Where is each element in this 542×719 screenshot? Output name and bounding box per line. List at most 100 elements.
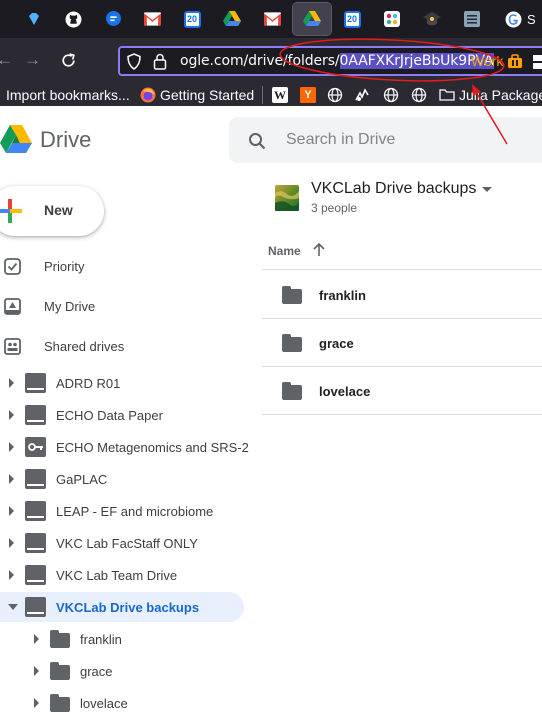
hard-drive-icon xyxy=(25,501,46,521)
expand-caret-icon[interactable] xyxy=(9,506,14,516)
julia-scribble-icon[interactable] xyxy=(354,87,370,103)
hacker-news-icon[interactable]: Y xyxy=(300,87,316,103)
bookmark-julia-packages[interactable]: Julia Packages xyxy=(459,87,542,103)
nav-priority[interactable]: Priority xyxy=(0,249,244,285)
tab-calendar-1[interactable]: 20 xyxy=(173,3,211,35)
forward-arrow-icon[interactable]: → xyxy=(24,50,41,70)
app-title[interactable]: Drive xyxy=(40,127,91,153)
google-drive-icon xyxy=(223,11,241,26)
new-button[interactable]: New xyxy=(0,186,104,236)
file-row[interactable]: grace xyxy=(262,319,542,367)
my-drive-icon xyxy=(4,298,21,315)
folder-members-count[interactable]: 3 people xyxy=(311,201,357,215)
briefcase-icon[interactable] xyxy=(507,54,523,69)
google-drive-logo[interactable] xyxy=(0,125,32,155)
tab-github[interactable] xyxy=(54,3,92,35)
tab-calendar-2[interactable]: 20 xyxy=(333,3,371,35)
tree-folder-item[interactable]: lovelace xyxy=(0,688,244,718)
shared-drive-label: LEAP - EF and microbiome xyxy=(56,504,214,519)
shared-drives-icon xyxy=(4,338,21,355)
expand-caret-icon[interactable] xyxy=(34,666,39,676)
expand-caret-icon[interactable] xyxy=(34,634,39,644)
folder-menu-dropdown-icon[interactable] xyxy=(482,187,492,192)
tab-slack[interactable] xyxy=(373,3,411,35)
tab-gmail-2[interactable] xyxy=(253,3,291,35)
tab-drive-1[interactable] xyxy=(213,3,251,35)
nav-shared-drives[interactable]: Shared drives xyxy=(0,329,244,365)
shared-drive-item-selected[interactable]: VKCLab Drive backups xyxy=(0,592,244,622)
folder-icon[interactable] xyxy=(439,87,455,103)
grid-icon[interactable] xyxy=(533,55,542,69)
google-drive-icon xyxy=(303,11,321,26)
lock-icon[interactable] xyxy=(153,53,167,70)
tab-pinned-1[interactable] xyxy=(15,3,53,35)
shared-drive-item[interactable]: VKC Lab FacStaff ONLY xyxy=(0,528,244,558)
tab-drive-active[interactable] xyxy=(292,2,332,36)
bookmark-getting-started[interactable]: Getting Started xyxy=(160,87,254,103)
globe-icon[interactable] xyxy=(327,87,343,103)
tab-gmail-1[interactable] xyxy=(133,3,171,35)
folder-title[interactable]: VKCLab Drive backups xyxy=(311,180,476,198)
restricted-drive-key-icon xyxy=(25,437,46,457)
container-label[interactable]: Work xyxy=(471,53,503,69)
shield-icon[interactable] xyxy=(126,53,142,70)
shared-drive-item[interactable]: ECHO Data Paper xyxy=(0,400,244,430)
wikipedia-icon[interactable]: W xyxy=(272,87,288,103)
expand-caret-icon[interactable] xyxy=(9,378,14,388)
browser-tab-strip: 20 20 S xyxy=(0,0,542,38)
bookmark-import[interactable]: Import bookmarks... xyxy=(6,87,130,103)
chat-icon xyxy=(105,10,121,26)
diamond-icon xyxy=(29,13,39,25)
shared-drive-item[interactable]: LEAP - EF and microbiome xyxy=(0,496,244,526)
url-text[interactable]: ogle.com/drive/folders/0AAFXKrJrjeBbUk9P… xyxy=(180,53,494,69)
globe-icon[interactable] xyxy=(411,87,427,103)
url-prefix: ogle.com/drive/folders/ xyxy=(180,53,340,69)
search-icon[interactable] xyxy=(248,132,266,150)
expand-caret-icon[interactable] xyxy=(9,442,14,452)
gmail-icon xyxy=(263,12,281,26)
sort-ascending-arrow-icon[interactable] xyxy=(313,243,325,257)
column-header-name[interactable]: Name xyxy=(268,244,301,258)
calendar-icon: 20 xyxy=(183,10,201,28)
tree-folder-item[interactable]: franklin xyxy=(0,624,244,654)
shared-drive-item[interactable]: VKC Lab Team Drive xyxy=(0,560,244,590)
file-name: lovelace xyxy=(319,384,371,399)
shared-drive-label: ECHO Metagenomics and SRS-2 xyxy=(56,440,249,455)
priority-check-icon xyxy=(4,258,21,275)
expand-caret-icon[interactable] xyxy=(9,570,14,580)
file-row[interactable]: lovelace xyxy=(262,367,542,415)
tree-folder-label: lovelace xyxy=(80,696,128,711)
folder-icon xyxy=(50,694,70,712)
hard-drive-icon xyxy=(25,597,46,617)
hard-drive-icon xyxy=(25,565,46,585)
expand-caret-icon[interactable] xyxy=(9,410,14,420)
reload-icon[interactable] xyxy=(60,52,77,69)
tree-folder-item[interactable]: grace xyxy=(0,656,244,686)
expand-caret-icon[interactable] xyxy=(9,538,14,548)
folder-icon xyxy=(282,334,302,352)
tab-google-search[interactable]: S xyxy=(505,3,542,35)
tab-tasks[interactable] xyxy=(453,3,491,35)
shared-drive-item[interactable]: ECHO Metagenomics and SRS-2 xyxy=(0,432,249,462)
collapse-caret-icon[interactable] xyxy=(8,604,18,610)
plus-icon xyxy=(0,199,22,223)
tab-scholar[interactable] xyxy=(413,3,451,35)
nav-my-drive[interactable]: My Drive xyxy=(0,289,244,325)
shared-drive-label: VKC Lab Team Drive xyxy=(56,568,178,583)
github-icon xyxy=(65,11,81,27)
shared-drive-label: ADRD R01 xyxy=(56,376,121,391)
expand-caret-icon[interactable] xyxy=(9,474,14,484)
search-input[interactable]: Search in Drive xyxy=(229,117,542,163)
tree-folder-label: grace xyxy=(80,664,113,679)
file-row[interactable]: franklin xyxy=(262,271,542,319)
tab-chat[interactable] xyxy=(94,3,132,35)
url-bar[interactable]: ogle.com/drive/folders/0AAFXKrJrjeBbUk9P… xyxy=(118,46,542,76)
shared-drive-label: VKCLab Drive backups xyxy=(56,600,200,615)
back-arrow-icon[interactable]: ← xyxy=(0,50,13,70)
file-name: grace xyxy=(319,336,354,351)
firefox-icon xyxy=(140,87,156,103)
globe-icon[interactable] xyxy=(383,87,399,103)
expand-caret-icon[interactable] xyxy=(34,698,39,708)
shared-drive-item[interactable]: GaPLAC xyxy=(0,464,244,494)
shared-drive-item[interactable]: ADRD R01 xyxy=(0,368,244,398)
